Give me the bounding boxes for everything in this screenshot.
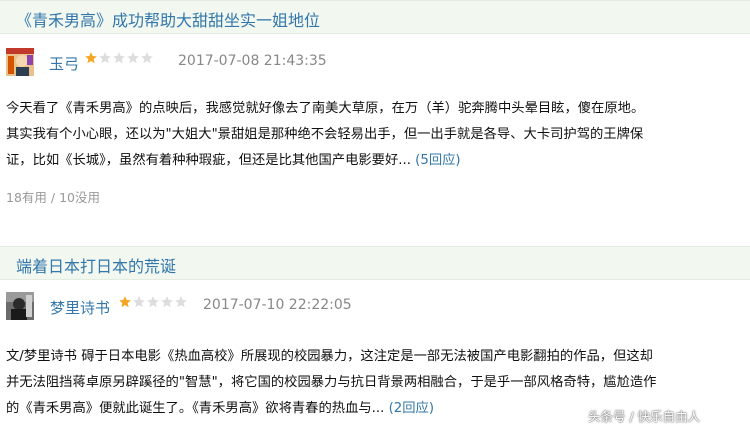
star-icon: [141, 52, 153, 64]
avatar[interactable]: [6, 48, 34, 76]
review-body-line: 证，比如《长城》，虽然有着种种瑕疵，但还是比其他国产电影要好... (5回应): [6, 148, 746, 174]
star-icon: [119, 296, 131, 308]
review-body-line: 其实我有个小心眼，还以为"大姐大"景甜姐是那种绝不会轻易出手，但一出手就是各导、…: [6, 127, 644, 142]
avatar-image: [6, 48, 34, 76]
star-icon: [99, 52, 111, 64]
vote-counts[interactable]: 18有用 / 10没用: [6, 187, 100, 206]
review-title-bar: 端着日本打日本的荒诞: [0, 246, 750, 280]
star-icon: [85, 52, 97, 64]
star-icon: [147, 296, 159, 308]
review-author-row: 玉弓 2017-07-08 21:43:35: [0, 48, 750, 90]
review-time: 2017-07-10 22:22:05: [203, 297, 352, 313]
avatar[interactable]: [6, 292, 34, 320]
reply-count-link[interactable]: (2回应): [389, 401, 434, 416]
review-author-row: 梦里诗书 2017-07-10 22:22:05: [0, 292, 750, 334]
watermark: 头条号 / 快乐自由人: [588, 409, 701, 424]
review-title-link[interactable]: 《青禾男高》成功帮助大甜甜坐实一姐地位: [16, 7, 320, 31]
review-body-text: 的《青禾男高》便就此诞生了。《青禾男高》欲将青春的热血与...: [6, 401, 385, 416]
review-body-line: 文/梦里诗书 碍于日本电影《热血高校》所展现的校园暴力，这注定是一部无法被国产电…: [6, 349, 653, 364]
rating-stars: [118, 295, 188, 309]
rating-stars: [84, 51, 154, 65]
review-body: 今天看了《青禾男高》的点映后，我感觉就好像去了南美大草原，在万（羊）驼奔腾中头晕…: [6, 96, 746, 174]
avatar-image: [6, 292, 34, 320]
star-icon: [113, 52, 125, 64]
review-title-link[interactable]: 端着日本打日本的荒诞: [16, 253, 176, 277]
review-body-line: 并无法阻挡蒋卓原另辟蹊径的"智慧"，将它国的校园暴力与抗日背景两相融合，于是乎一…: [6, 375, 657, 390]
star-icon: [133, 296, 145, 308]
reply-count-link[interactable]: (5回应): [415, 153, 460, 168]
author-name[interactable]: 梦里诗书: [50, 297, 110, 318]
review-body-line: 今天看了《青禾男高》的点映后，我感觉就好像去了南美大草原，在万（羊）驼奔腾中头晕…: [6, 101, 645, 116]
star-icon: [175, 296, 187, 308]
review-time: 2017-07-08 21:43:35: [178, 53, 327, 69]
star-icon: [127, 52, 139, 64]
author-name[interactable]: 玉弓: [49, 53, 79, 74]
review-title-bar: 《青禾男高》成功帮助大甜甜坐实一姐地位: [0, 0, 750, 34]
review-body-text: 证，比如《长城》，虽然有着种种瑕疵，但还是比其他国产电影要好...: [6, 153, 411, 168]
star-icon: [161, 296, 173, 308]
